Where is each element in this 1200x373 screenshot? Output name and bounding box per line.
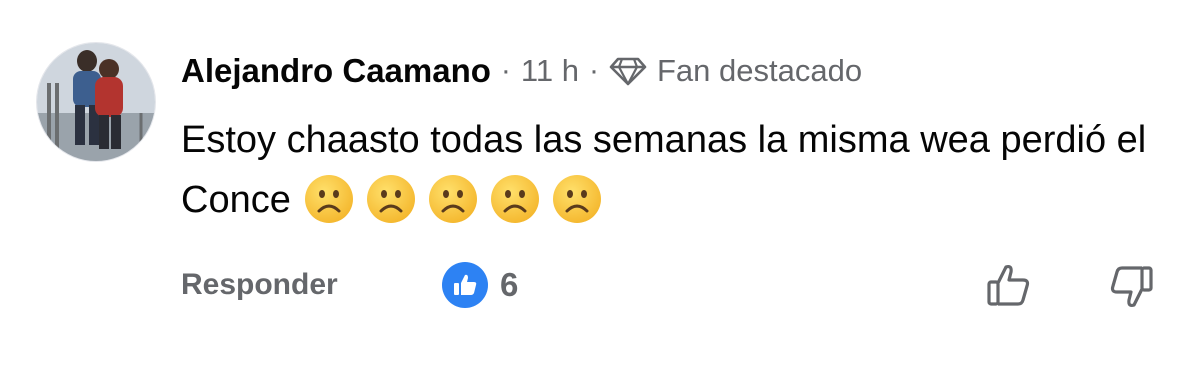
frowning-face-emoji bbox=[427, 173, 479, 225]
downvote-button[interactable] bbox=[1103, 258, 1159, 314]
reaction-count: 6 bbox=[500, 266, 519, 303]
thumbs-up-outline-icon bbox=[987, 264, 1030, 306]
diamond-icon bbox=[609, 56, 647, 86]
frowning-face-emoji bbox=[489, 173, 541, 225]
comment-header: Alejandro Caamano · 11 h · Fan destacado bbox=[181, 48, 862, 94]
reply-button[interactable]: Responder bbox=[181, 268, 338, 302]
frowning-face-emoji bbox=[551, 173, 603, 225]
frowning-face-emoji bbox=[303, 173, 355, 225]
separator: · bbox=[500, 54, 511, 87]
comment-item: Alejandro Caamano · 11 h · Fan destacado… bbox=[0, 0, 1200, 373]
thumbs-down-outline-icon bbox=[1110, 266, 1153, 308]
reaction-summary[interactable]: 6 bbox=[442, 262, 518, 308]
emoji-row bbox=[303, 173, 603, 225]
separator: · bbox=[588, 54, 599, 87]
frowning-face-emoji bbox=[365, 173, 417, 225]
comment-text: Estoy chaasto todas las semanas la misma… bbox=[181, 110, 1181, 230]
timestamp[interactable]: 11 h bbox=[521, 53, 579, 89]
avatar[interactable] bbox=[36, 42, 156, 162]
badge-label: Fan destacado bbox=[656, 53, 863, 88]
thumbs-up-icon bbox=[442, 262, 488, 308]
comment-actions: Responder 6 bbox=[181, 262, 518, 308]
author-name[interactable]: Alejandro Caamano bbox=[181, 52, 491, 90]
upvote-button[interactable] bbox=[981, 258, 1037, 314]
